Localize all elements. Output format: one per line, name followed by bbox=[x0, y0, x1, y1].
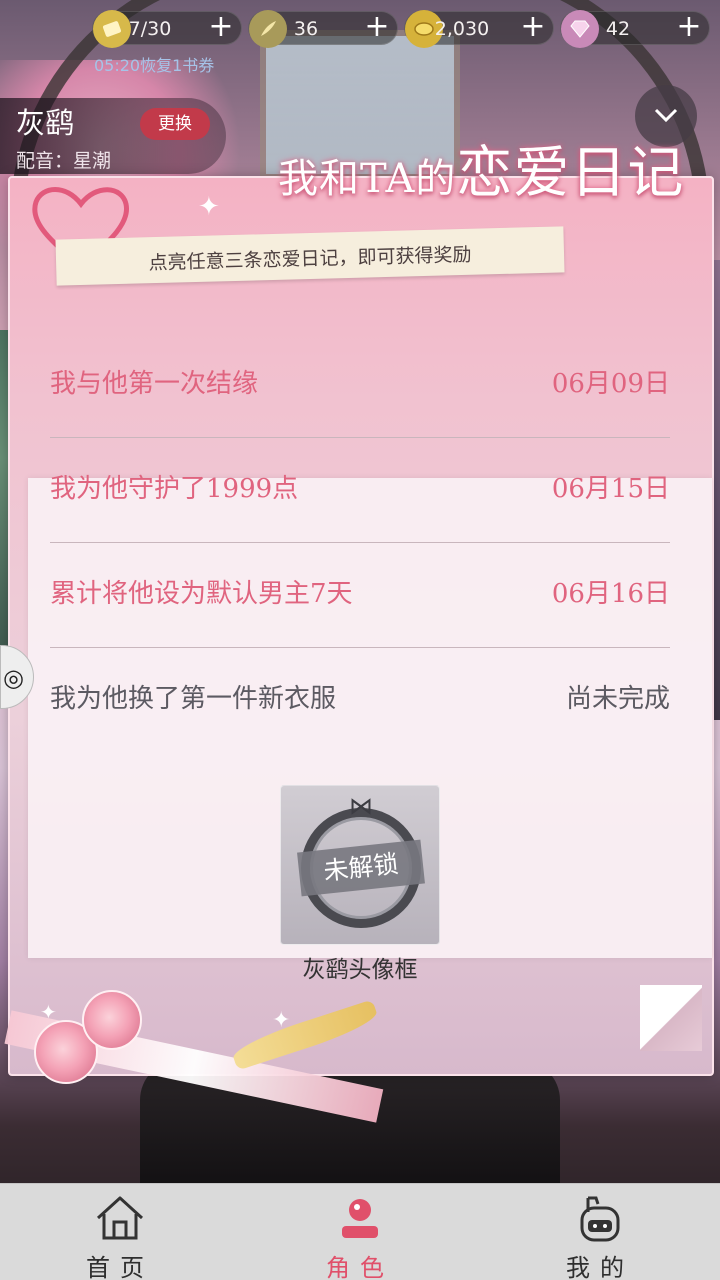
resource-coin: 2,030 + bbox=[404, 10, 554, 48]
resource-feather: 36 + bbox=[248, 10, 398, 48]
resource-diamond: 42 + bbox=[560, 10, 710, 48]
record-icon: ◎ bbox=[3, 664, 24, 692]
add-diamond-button[interactable]: + bbox=[675, 12, 703, 42]
add-ticket-button[interactable]: + bbox=[207, 12, 235, 42]
bottom-navigation: 首页 角色 我的 bbox=[0, 1183, 720, 1280]
diary-title-prefix: 我和TA的 bbox=[278, 156, 457, 202]
resource-ticket: 7/30 + bbox=[92, 10, 242, 48]
diary-entry-label: 累计将他设为默认男主7天 bbox=[50, 579, 353, 609]
character-icon bbox=[342, 1199, 378, 1238]
nav-character[interactable]: 角色 bbox=[240, 1184, 480, 1280]
diary-entry-label: 我为他守护了1999点 bbox=[50, 474, 299, 504]
nav-home-label: 首页 bbox=[86, 1254, 154, 1280]
diary-entry-date: 06月09日 bbox=[551, 369, 670, 399]
change-character-button[interactable]: 更换 bbox=[140, 108, 210, 140]
diary-entry-date: 06月16日 bbox=[551, 579, 670, 609]
diary-entry-label: 我与他第一次结缘 bbox=[50, 369, 259, 399]
bow-icon: ⋈ bbox=[349, 792, 373, 820]
character-voice: 配音：星潮 bbox=[16, 150, 112, 172]
chevron-down-icon bbox=[653, 96, 679, 131]
recover-timer: 05:20恢复1书券 bbox=[94, 56, 215, 75]
diary-entry-incomplete: 我为他换了第一件新衣服 尚未完成 bbox=[50, 648, 670, 753]
rose-icon bbox=[82, 990, 142, 1050]
diary-entry: 累计将他设为默认男主7天 06月16日 bbox=[50, 543, 670, 648]
nav-character-label: 角色 bbox=[326, 1254, 394, 1280]
sparkle-icon: ✦ bbox=[198, 192, 220, 222]
nav-profile[interactable]: 我的 bbox=[480, 1184, 720, 1280]
hint-text: 点亮任意三条恋爱日记，即可获得奖励 bbox=[148, 243, 472, 275]
diary-entry: 我与他第一次结缘 06月09日 bbox=[50, 333, 670, 438]
feather-count: 36 bbox=[293, 18, 319, 40]
add-coin-button[interactable]: + bbox=[519, 12, 547, 42]
nav-profile-label: 我的 bbox=[566, 1254, 634, 1280]
diary-title: 我和TA的恋爱日记 bbox=[278, 128, 684, 209]
page-fold-corner bbox=[640, 985, 702, 1051]
roses-decoration bbox=[34, 990, 154, 1084]
diamond-count: 42 bbox=[605, 18, 631, 40]
home-icon bbox=[96, 1196, 144, 1240]
add-feather-button[interactable]: + bbox=[363, 12, 391, 42]
profile-icon bbox=[580, 1196, 620, 1242]
diary-entry: 我为他守护了1999点 06月15日 bbox=[50, 438, 670, 543]
diary-entry-date: 06月15日 bbox=[551, 474, 670, 504]
diary-entry-status: 尚未完成 bbox=[565, 684, 670, 714]
diary-entry-label: 我为他换了第一件新衣服 bbox=[50, 684, 337, 714]
coin-count: 2,030 bbox=[434, 18, 490, 40]
ticket-count: 7/30 bbox=[128, 18, 172, 40]
nav-home[interactable]: 首页 bbox=[0, 1184, 240, 1280]
character-name: 灰鹞 bbox=[16, 106, 75, 140]
diary-title-main: 恋爱日记 bbox=[456, 141, 685, 206]
reward-name: 灰鹞头像框 bbox=[302, 957, 418, 983]
reward-avatar-frame[interactable]: ⋈ 未解锁 bbox=[280, 785, 440, 945]
